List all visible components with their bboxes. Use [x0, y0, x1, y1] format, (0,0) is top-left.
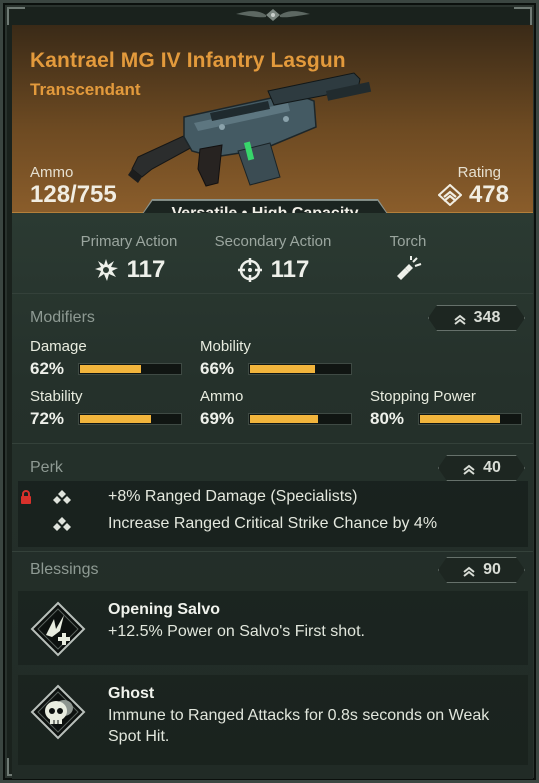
- secondary-action-value: 117: [270, 256, 310, 283]
- skull-icon: [30, 684, 86, 740]
- rating-chevron-icon: [462, 462, 476, 475]
- perk-line: Increase Ranged Critical Strike Chance b…: [108, 515, 438, 532]
- rating-label: Rating: [457, 164, 501, 181]
- modifier-name: Stopping Power: [370, 388, 476, 405]
- rating-chevron-icon: [453, 312, 467, 325]
- modifier-bar-fill: [420, 415, 500, 423]
- rating-chevron-icon: [437, 184, 462, 206]
- section-divider: [12, 551, 533, 552]
- modifier-bar-fill: [80, 415, 152, 423]
- modifier-damage: Damage 62%: [30, 338, 182, 379]
- modifier-bar: [78, 413, 182, 425]
- ammo-value: 128/755: [30, 181, 117, 208]
- modifier-percent: 66%: [200, 359, 235, 378]
- modifier-bar-fill: [250, 365, 316, 373]
- crosshair-icon: [237, 258, 262, 282]
- blessing-description: Immune to Ranged Attacks for 0.8s second…: [108, 707, 490, 745]
- modifier-bar: [418, 413, 522, 425]
- modifiers-rating-badge: 348: [428, 305, 525, 331]
- primary-action-label: Primary Action: [80, 233, 178, 250]
- perk-rating: 40: [483, 459, 501, 476]
- primary-action[interactable]: Primary Action 117: [72, 233, 186, 284]
- rating-chevron-icon: [462, 564, 476, 577]
- impact-icon: [94, 259, 118, 281]
- modifier-ammo: Ammo 69%: [200, 388, 352, 429]
- section-divider: [12, 293, 533, 294]
- modifier-bar: [78, 363, 182, 375]
- item-header: Kantrael MG IV Infantry Lasgun Transcend…: [12, 25, 533, 213]
- blessings-rating: 90: [483, 561, 501, 578]
- frame-corner: [514, 7, 532, 25]
- blessings-title: Blessings: [30, 561, 99, 578]
- modifier-name: Damage: [30, 338, 87, 355]
- modifier-bar-fill: [250, 415, 319, 423]
- blessing-name: Ghost: [108, 685, 155, 702]
- blessings-rating-badge: 90: [438, 557, 525, 583]
- torch-action[interactable]: Torch: [374, 233, 442, 282]
- modifier-percent: 80%: [370, 409, 405, 428]
- perk-tier-icon: [53, 490, 71, 504]
- aquila-crest-icon: [228, 5, 318, 25]
- perk-rating-badge: 40: [438, 455, 525, 481]
- modifier-name: Mobility: [200, 338, 251, 355]
- modifier-name: Stability: [30, 388, 83, 405]
- modifier-percent: 62%: [30, 359, 65, 378]
- blessing-description: +12.5% Power on Salvo's First shot.: [108, 623, 365, 640]
- secondary-action-label: Secondary Action: [214, 233, 332, 250]
- lock-icon: [21, 490, 31, 504]
- modifier-bar-fill: [80, 365, 142, 373]
- lasgun-icon: [128, 72, 372, 187]
- modifier-bar: [248, 363, 352, 375]
- frame-corner: [7, 7, 25, 25]
- modifier-stopping-power: Stopping Power 80%: [370, 388, 522, 429]
- perk-line: +8% Ranged Damage (Specialists): [108, 488, 358, 505]
- blessing-name: Opening Salvo: [108, 601, 221, 618]
- salvo-icon: [30, 601, 86, 657]
- ammo-label: Ammo: [30, 164, 74, 181]
- secondary-action[interactable]: Secondary Action 117: [202, 233, 344, 284]
- modifier-bar: [248, 413, 352, 425]
- rating-value: 478: [468, 181, 509, 208]
- modifier-stability: Stability 72%: [30, 388, 182, 429]
- section-divider: [12, 443, 533, 444]
- flashlight-icon: [397, 256, 422, 280]
- torch-action-label: Torch: [389, 233, 427, 250]
- item-rating: 478: [437, 181, 509, 209]
- item-card: Kantrael MG IV Infantry Lasgun Transcend…: [0, 0, 539, 783]
- modifiers-rating: 348: [473, 309, 501, 326]
- modifier-mobility: Mobility 66%: [200, 338, 352, 379]
- primary-action-value: 117: [126, 256, 166, 283]
- modifier-percent: 69%: [200, 409, 235, 428]
- modifier-percent: 72%: [30, 409, 65, 428]
- perk-tier-icon: [53, 517, 71, 531]
- modifiers-title: Modifiers: [30, 309, 95, 326]
- perk-title: Perk: [30, 459, 63, 476]
- modifier-name: Ammo: [200, 388, 244, 405]
